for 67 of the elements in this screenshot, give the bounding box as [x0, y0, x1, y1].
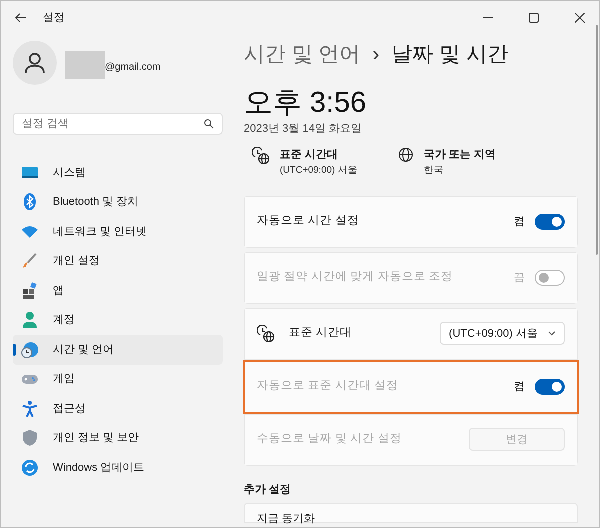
setting-label: 일광 절약 시간에 맞게 자동으로 조정	[257, 270, 453, 286]
maximize-icon[interactable]	[529, 13, 539, 23]
globe-icon	[398, 147, 414, 163]
sidebar-item[interactable]: 게임	[13, 364, 223, 394]
sidebar-item[interactable]: 시스템	[13, 158, 223, 188]
clock-globe-icon	[257, 324, 275, 343]
apps-icon	[21, 282, 39, 300]
sidebar-label: 네트워크 및 인터넷	[53, 224, 148, 240]
window-title: 설정	[43, 10, 65, 26]
setting-label: 자동으로 시간 설정	[257, 214, 360, 230]
info-value: (UTC+09:00) 서울	[280, 164, 358, 178]
sidebar-label: 시간 및 언어	[53, 342, 114, 358]
clock-globe-icon	[21, 340, 39, 359]
info-value: 한국	[424, 164, 445, 178]
sidebar-item[interactable]: 네트워크 및 인터넷	[13, 217, 223, 246]
sidebar-label: 접근성	[53, 402, 86, 416]
timezone-dropdown[interactable]: (UTC+09:00) 서울	[440, 322, 565, 346]
update-icon	[21, 458, 39, 477]
shield-icon	[21, 429, 39, 448]
breadcrumb-parent[interactable]: 시간 및 언어	[244, 39, 361, 70]
setting-label: 수동으로 날짜 및 시간 설정	[257, 432, 402, 448]
toggle-switch[interactable]	[535, 214, 565, 230]
back-arrow-icon[interactable]	[15, 13, 27, 23]
sidebar-label: 시스템	[53, 166, 86, 180]
sidebar-label: 개인 정보 및 보안	[53, 431, 140, 446]
sidebar-label: 게임	[53, 372, 75, 387]
clock-date: 2023년 3월 14일 화요일	[244, 122, 363, 136]
setting-label: 표준 시간대	[289, 326, 352, 342]
section-heading: 추가 설정	[244, 482, 292, 498]
person-icon	[21, 311, 39, 330]
sidebar-label: Bluetooth 및 장치	[53, 195, 139, 210]
bluetooth-icon	[21, 193, 39, 212]
sidebar-label: 앱	[53, 284, 64, 298]
setting-label: 자동으로 표준 시간대 설정	[257, 379, 399, 394]
setting-label: 지금 동기화	[257, 513, 316, 526]
clock-time: 오후 3:56	[244, 86, 368, 118]
search-field[interactable]: 설정 검색	[13, 113, 223, 135]
info-title: 국가 또는 지역	[424, 148, 496, 163]
sidebar-item[interactable]: 개인 정보 및 보안	[13, 424, 223, 453]
setting-row[interactable]: 지금 동기화	[244, 503, 578, 524]
clock-globe-icon	[252, 147, 270, 165]
page-title: 날짜 및 시간	[392, 42, 508, 68]
sidebar-item[interactable]: 접근성	[13, 394, 223, 424]
sidebar-label: Windows 업데이트	[53, 460, 145, 476]
accessibility-icon	[21, 400, 39, 418]
search-input[interactable]: 설정 검색	[22, 116, 204, 132]
sidebar-label: 계정	[53, 313, 75, 328]
toggle-state: 켬	[514, 380, 525, 394]
chevron-down-icon	[548, 331, 556, 336]
brush-icon	[21, 252, 39, 270]
toggle-state: 켬	[514, 214, 525, 230]
sidebar-item[interactable]: 계정	[13, 306, 223, 335]
sidebar-label: 개인 설정	[53, 254, 100, 269]
breadcrumb-separator: ›	[372, 42, 380, 68]
sidebar-item[interactable]: Bluetooth 및 장치	[13, 188, 223, 217]
sidebar-item[interactable]: 개인 설정	[13, 246, 223, 276]
sidebar-item[interactable]: Windows 업데이트	[13, 453, 223, 482]
toggle-state: 끔	[514, 270, 525, 286]
sidebar-item[interactable]: 앱	[13, 276, 223, 306]
sidebar-item[interactable]: 시간 및 언어	[13, 335, 223, 364]
search-icon	[204, 119, 214, 129]
info-title: 표준 시간대	[280, 148, 340, 163]
account-email: @gmail.com	[105, 61, 161, 75]
close-icon[interactable]	[575, 13, 585, 23]
person-icon	[24, 52, 46, 74]
redacted-block	[65, 51, 105, 79]
selection-indicator	[13, 344, 16, 356]
